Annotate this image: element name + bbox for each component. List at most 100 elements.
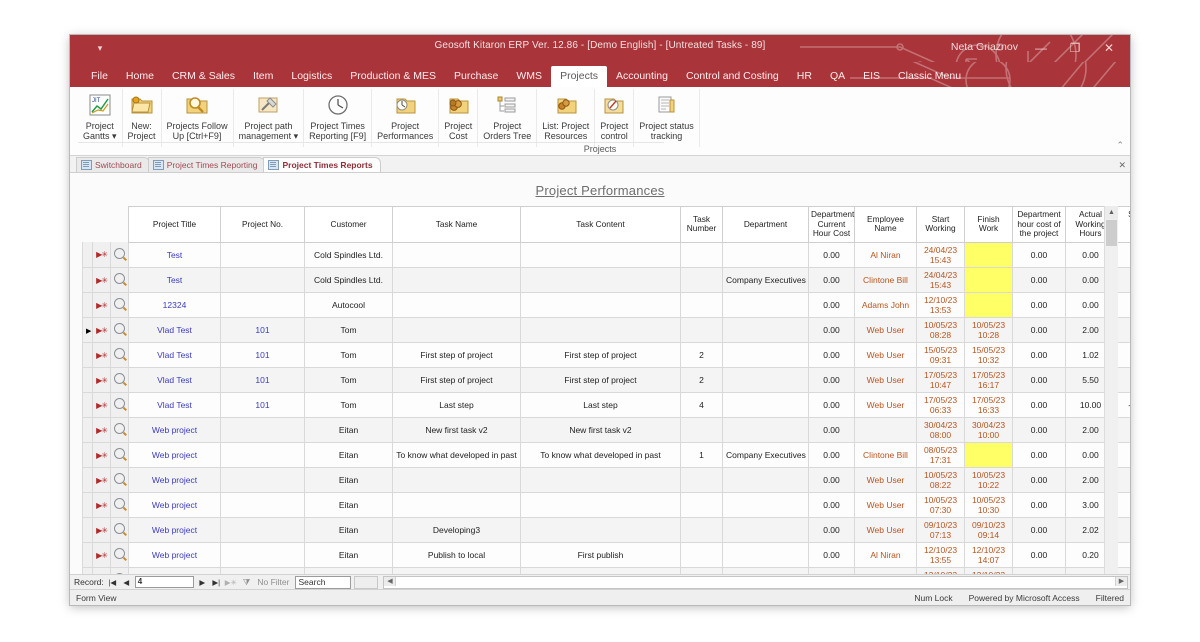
cell-department[interactable]: [722, 542, 809, 568]
cell-project-title[interactable]: Vlad Test: [128, 367, 221, 393]
cell-start-working[interactable]: 30/04/23 08:00: [916, 417, 965, 443]
cell-start-working[interactable]: 12/10/2312:55: [916, 567, 965, 574]
cell-finish-work[interactable]: 12/10/2313:55: [964, 567, 1013, 574]
magnifier-icon[interactable]: [110, 567, 129, 574]
cell-task-content[interactable]: New first task v2: [520, 417, 681, 443]
ribbon-tab-logistics[interactable]: Logistics: [282, 66, 341, 87]
ribbon-button-new-project[interactable]: New: Project: [123, 89, 162, 147]
column-header-customer[interactable]: Customer: [304, 206, 393, 243]
cell-task-content[interactable]: [520, 242, 681, 268]
cell-department-current-hour-cost[interactable]: 0.00: [808, 367, 855, 393]
cell-department-hour-cost-of-the-project[interactable]: 0.00: [1012, 467, 1066, 493]
cell-start-working[interactable]: 12/10/23 13:53: [916, 292, 965, 318]
cell-department[interactable]: [722, 392, 809, 418]
ribbon-tab-file[interactable]: File: [82, 66, 117, 87]
cell-finish-work[interactable]: [964, 267, 1013, 293]
ribbon-button-project-path-management[interactable]: Project path management ▾: [234, 89, 305, 147]
cell-project-title[interactable]: Test: [128, 267, 221, 293]
cell-task-content[interactable]: First publish: [520, 567, 681, 574]
table-row[interactable]: ▶✳ Vlad Test 101 Tom First step of project Fi…: [82, 367, 1130, 393]
cell-employee-name[interactable]: Adams John: [854, 292, 917, 318]
ribbon-tab-item[interactable]: Item: [244, 66, 282, 87]
cell-finish-work[interactable]: 10/05/23 10:28: [964, 317, 1013, 343]
column-header-department-current-hour-cost[interactable]: Department Current Hour Cost: [808, 206, 855, 243]
cell-project-no[interactable]: [220, 492, 305, 518]
goto-record-icon[interactable]: ▶✳: [92, 492, 111, 518]
cell-project-title[interactable]: Test: [128, 242, 221, 268]
cell-employee-name[interactable]: Al Niran: [854, 242, 917, 268]
cell-finish-work[interactable]: [964, 442, 1013, 468]
cell-department[interactable]: [722, 342, 809, 368]
table-row[interactable]: ▶✳ Web project Eitan 0.00 Web User 10/05/23 07…: [82, 492, 1130, 518]
cell-project-no[interactable]: 101: [220, 317, 305, 343]
cell-task-name[interactable]: Developing3: [392, 517, 521, 543]
cell-task-content[interactable]: First step of project: [520, 367, 681, 393]
cell-task-name[interactable]: [392, 317, 521, 343]
cell-project-no[interactable]: [220, 542, 305, 568]
current-record-input[interactable]: 4: [134, 576, 194, 588]
magnifier-icon[interactable]: [110, 292, 129, 318]
cell-department-hour-cost-of-the-project[interactable]: 0.00: [1012, 317, 1066, 343]
ribbon-button-projects-follow-up[interactable]: Projects Follow Up [Ctrl+F9]: [162, 89, 234, 147]
cell-task-content[interactable]: [520, 492, 681, 518]
cell-task-content[interactable]: [520, 267, 681, 293]
cell-task-number[interactable]: [680, 417, 723, 443]
doc-tab-project-times-reporting[interactable]: Project Times Reporting: [147, 157, 266, 172]
cell-department[interactable]: [722, 242, 809, 268]
goto-record-icon[interactable]: ▶✳: [92, 242, 111, 268]
cell-project-title[interactable]: Web project: [128, 567, 221, 574]
collapse-ribbon-button[interactable]: ⌃: [1116, 140, 1124, 151]
cell-project-no[interactable]: [220, 467, 305, 493]
cell-project-no[interactable]: [220, 442, 305, 468]
cell-customer[interactable]: Tom: [304, 392, 393, 418]
cell-start-working[interactable]: 12/10/23 13:55: [916, 542, 965, 568]
table-row[interactable]: ▶ ▶✳ Vlad Test 101 Tom 0.00 Web User 10/05/23 08…: [82, 317, 1130, 343]
ribbon-tab-production-mes[interactable]: Production & MES: [341, 66, 445, 87]
cell-finish-work[interactable]: 10/05/23 10:22: [964, 467, 1013, 493]
cell-finish-work[interactable]: 10/05/23 10:30: [964, 492, 1013, 518]
cell-task-number[interactable]: [680, 267, 723, 293]
cell-project-title[interactable]: Vlad Test: [128, 317, 221, 343]
table-row[interactable]: ▶✳ 12324 Autocool 0.00 Adams John 12/10/23 13:…: [82, 292, 1130, 318]
magnifier-icon[interactable]: [110, 267, 129, 293]
column-header-task-number[interactable]: Task Number: [680, 206, 723, 243]
cell-employee-name[interactable]: Web User: [854, 317, 917, 343]
cell-task-number[interactable]: [680, 517, 723, 543]
ribbon-tab-purchase[interactable]: Purchase: [445, 66, 507, 87]
cell-project-no[interactable]: [220, 242, 305, 268]
cell-department-current-hour-cost[interactable]: 0.00: [808, 467, 855, 493]
magnifier-icon[interactable]: [110, 417, 129, 443]
cell-department-current-hour-cost[interactable]: 0.00: [808, 267, 855, 293]
cell-department[interactable]: [722, 517, 809, 543]
cell-start-working[interactable]: 24/04/23 15:43: [916, 242, 965, 268]
goto-record-icon[interactable]: ▶✳: [92, 267, 111, 293]
cell-department-hour-cost-of-the-project[interactable]: 0.00: [1012, 367, 1066, 393]
column-header-employee-name[interactable]: Employee Name: [854, 206, 917, 243]
ribbon-button-project-status-tracking[interactable]: Project status tracking: [634, 89, 700, 147]
cell-task-name[interactable]: [392, 467, 521, 493]
cell-project-no[interactable]: 101: [220, 367, 305, 393]
ribbon-tab-control-and-costing[interactable]: Control and Costing: [677, 66, 788, 87]
cell-department[interactable]: [722, 367, 809, 393]
cell-finish-work[interactable]: 30/04/23 10:00: [964, 417, 1013, 443]
cell-customer[interactable]: Tom: [304, 367, 393, 393]
cell-department-hour-cost-of-the-project[interactable]: 0.00: [1012, 292, 1066, 318]
table-row[interactable]: ▶✳ Test Cold Spindles Ltd. 0.00 Al Niran 24/0…: [82, 242, 1130, 268]
cell-department[interactable]: [722, 467, 809, 493]
cell-task-number[interactable]: [680, 542, 723, 568]
cell-department-hour-cost-of-the-project[interactable]: 0.00: [1012, 492, 1066, 518]
goto-record-icon[interactable]: ▶✳: [92, 367, 111, 393]
cell-customer[interactable]: Eitan: [304, 467, 393, 493]
cell-customer[interactable]: Eitan: [304, 567, 393, 574]
cell-task-name[interactable]: Last step: [392, 392, 521, 418]
cell-employee-name[interactable]: Web User: [854, 567, 917, 574]
cell-employee-name[interactable]: Clintone Bill: [854, 442, 917, 468]
cell-start-working[interactable]: 15/05/23 09:31: [916, 342, 965, 368]
cell-start-working[interactable]: 17/05/23 10:47: [916, 367, 965, 393]
cell-task-name[interactable]: New first task v2: [392, 417, 521, 443]
ribbon-tab-classic-menu[interactable]: Classic Menu: [889, 66, 970, 87]
table-row[interactable]: ▶✳ Web project Eitan Developing3 0.00 Web Use…: [82, 517, 1130, 543]
cell-department-current-hour-cost[interactable]: 0.00: [808, 292, 855, 318]
cell-department-current-hour-cost[interactable]: 0.00: [808, 567, 855, 574]
search-input[interactable]: Search: [295, 575, 352, 589]
